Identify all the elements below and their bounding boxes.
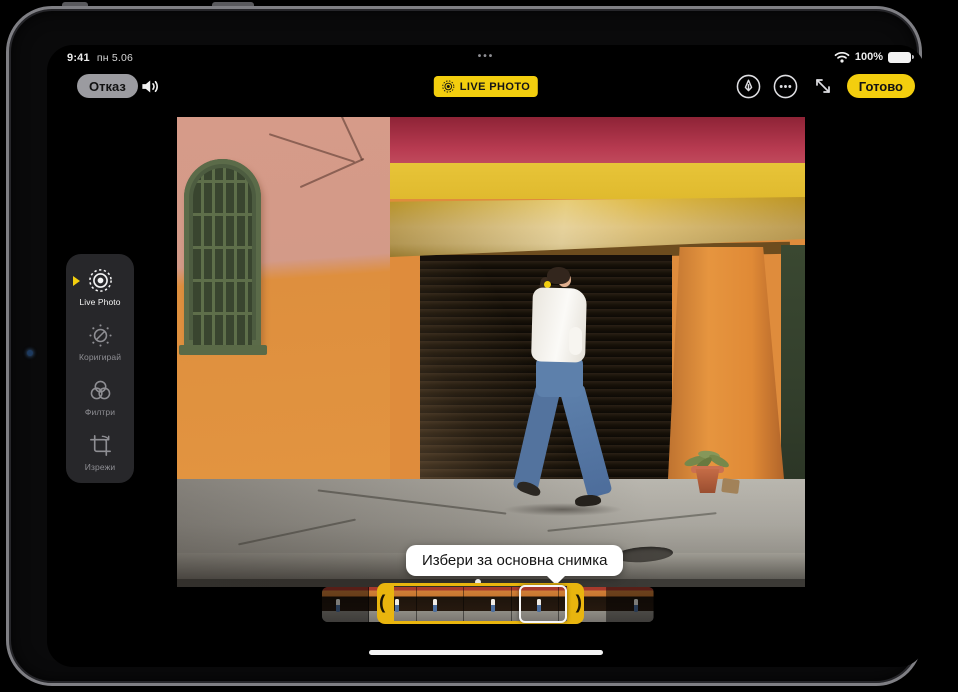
green-wall-strip: [781, 245, 805, 479]
date: пн 5.06: [97, 52, 133, 64]
live-photo-icon: [442, 80, 455, 93]
trim-handle-right[interactable]: ): [576, 593, 582, 612]
selected-arrow-icon: [73, 276, 80, 286]
done-button[interactable]: Готово: [847, 74, 915, 98]
tooltip-text: Избери за основна снимка: [422, 552, 607, 569]
ipad-device-frame: 9:41 пн 5.06 ••• 100% Отказ: [6, 6, 922, 686]
battery-percent: 100%: [855, 51, 883, 63]
expand-icon[interactable]: [810, 73, 836, 99]
sidebar-item-label: Live Photo: [79, 297, 120, 307]
clock: 9:41: [67, 52, 90, 64]
multitask-dots-icon[interactable]: •••: [478, 51, 495, 62]
markup-icon[interactable]: [736, 73, 762, 99]
toolbar-right: Готово: [736, 73, 915, 99]
window-sill: [179, 345, 267, 355]
wifi-icon: [834, 51, 850, 63]
sidebar-item-adjust[interactable]: Коригирай: [66, 322, 134, 362]
trim-handle-left[interactable]: (: [379, 593, 385, 612]
scrubber-frame[interactable]: [322, 587, 369, 622]
home-indicator[interactable]: [369, 650, 603, 655]
key-photo-tooltip: Избери за основна снимка: [406, 545, 623, 576]
selected-key-frame[interactable]: [519, 585, 567, 623]
walking-person: [517, 267, 609, 517]
adjust-tool-icon: [87, 322, 114, 349]
sidebar-item-label: Изрежи: [85, 462, 115, 472]
photo-canvas[interactable]: [177, 117, 805, 587]
filters-tool-icon: [87, 377, 114, 404]
edit-tools-sidebar: Live Photo Коригирай: [66, 254, 134, 483]
status-bar-right: 100%: [834, 51, 911, 63]
sidebar-item-label: Коригирай: [79, 352, 121, 362]
live-photo-tool-icon: [87, 267, 114, 294]
red-sign-band: [390, 117, 805, 163]
more-options-icon[interactable]: [773, 73, 799, 99]
status-bar-left: 9:41 пн 5.06: [67, 52, 133, 64]
live-badge-label: LIVE PHOTO: [460, 81, 530, 93]
screenshot-stage: 9:41 пн 5.06 ••• 100% Отказ: [0, 0, 958, 692]
sidebar-item-label: Филтри: [85, 407, 115, 417]
sidebar-item-filters[interactable]: Филтри: [66, 377, 134, 417]
yellow-sign-band: [390, 163, 805, 199]
scrubber-frame[interactable]: [607, 587, 654, 622]
cancel-button[interactable]: Отказ: [77, 74, 138, 98]
screen: 9:41 пн 5.06 ••• 100% Отказ: [47, 45, 925, 667]
potted-plant: [682, 445, 736, 503]
sidebar-item-live-photo[interactable]: Live Photo: [66, 267, 134, 307]
crop-tool-icon: [87, 432, 114, 459]
live-photo-badge[interactable]: LIVE PHOTO: [434, 76, 538, 97]
arched-window-grill: [184, 159, 261, 345]
front-camera: [27, 350, 33, 356]
speaker-icon[interactable]: [139, 75, 162, 98]
sidebar-item-crop[interactable]: Изрежи: [66, 432, 134, 472]
battery-icon: [888, 52, 911, 63]
pink-orange-wall: [177, 117, 390, 479]
